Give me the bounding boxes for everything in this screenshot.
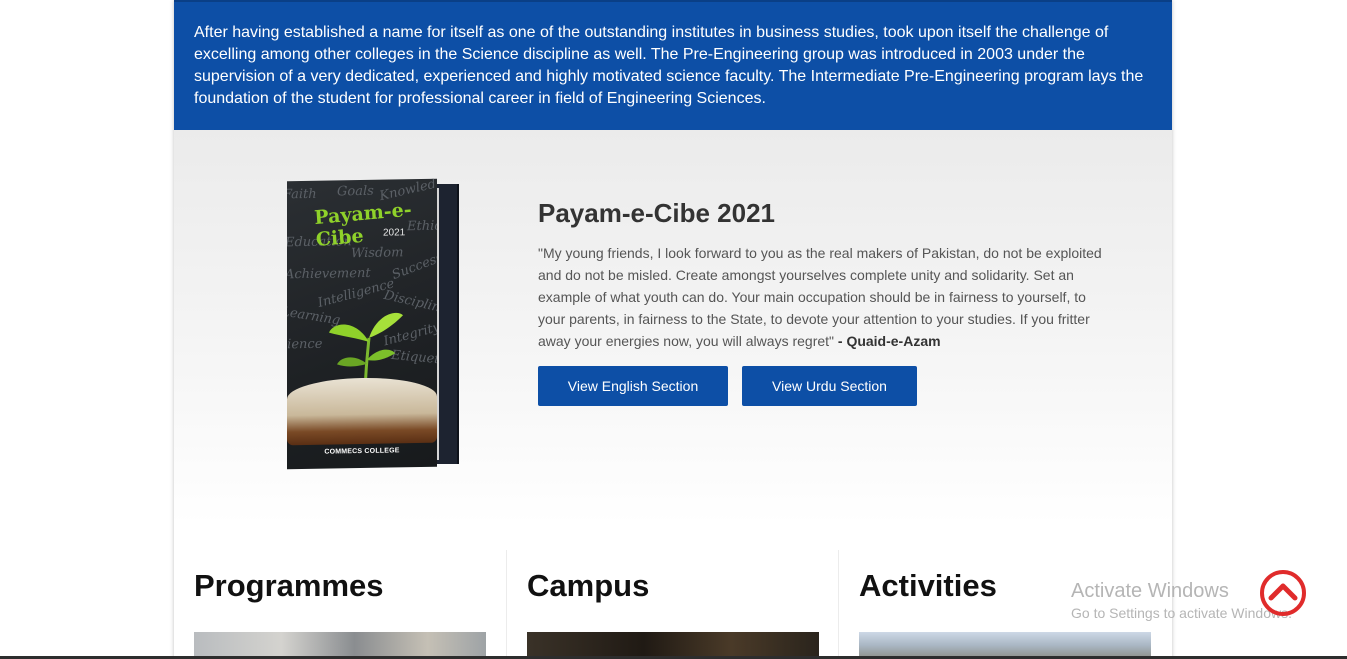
programmes-column: Programmes <box>174 550 505 659</box>
scroll-to-top-button[interactable] <box>1259 569 1307 617</box>
magazine-section: Faith Goals Knowledge Ethics Education W… <box>174 130 1172 525</box>
campus-column: Campus <box>506 550 838 659</box>
page-container: After having established a name for itse… <box>174 0 1172 659</box>
book-cover: Faith Goals Knowledge Ethics Education W… <box>287 178 437 470</box>
intro-banner: After having established a name for itse… <box>174 0 1172 130</box>
programmes-heading[interactable]: Programmes <box>194 568 384 604</box>
cover-word: Goals <box>337 183 374 200</box>
activities-image[interactable] <box>859 632 1151 659</box>
campus-heading[interactable]: Campus <box>527 568 649 604</box>
view-urdu-section-button[interactable]: View Urdu Section <box>742 366 917 406</box>
cover-word: Achievement <box>287 265 371 283</box>
cover-word: Science <box>287 336 323 353</box>
intro-text: After having established a name for itse… <box>194 24 1144 107</box>
magazine-title: Payam-e-Cibe 2021 <box>538 198 776 228</box>
cover-year: 2021 <box>383 227 406 239</box>
cover-college-name: COMMECS COLLEGE <box>324 447 400 456</box>
magazine-info: Payam-e-Cibe 2021 "My young friends, I l… <box>538 198 1108 352</box>
feature-columns: Programmes Campus Activities <box>174 550 1172 659</box>
chevron-up-icon <box>1260 570 1306 616</box>
open-book-illustration <box>287 376 437 446</box>
view-english-section-button[interactable]: View English Section <box>538 366 728 406</box>
magazine-cover-image[interactable]: Faith Goals Knowledge Ethics Education W… <box>287 178 459 470</box>
programmes-image[interactable] <box>194 632 486 659</box>
quote-text: "My young friends, I look forward to you… <box>538 245 1102 349</box>
cover-word: Faith <box>287 186 317 203</box>
magazine-quote: "My young friends, I look forward to you… <box>538 242 1108 352</box>
quote-author: - Quaid-e-Azam <box>837 333 941 349</box>
cover-word: Wisdom <box>351 245 404 262</box>
cover-title: Payam-e-Cibe <box>313 198 413 251</box>
activities-heading[interactable]: Activities <box>859 568 997 604</box>
campus-image[interactable] <box>527 632 819 659</box>
